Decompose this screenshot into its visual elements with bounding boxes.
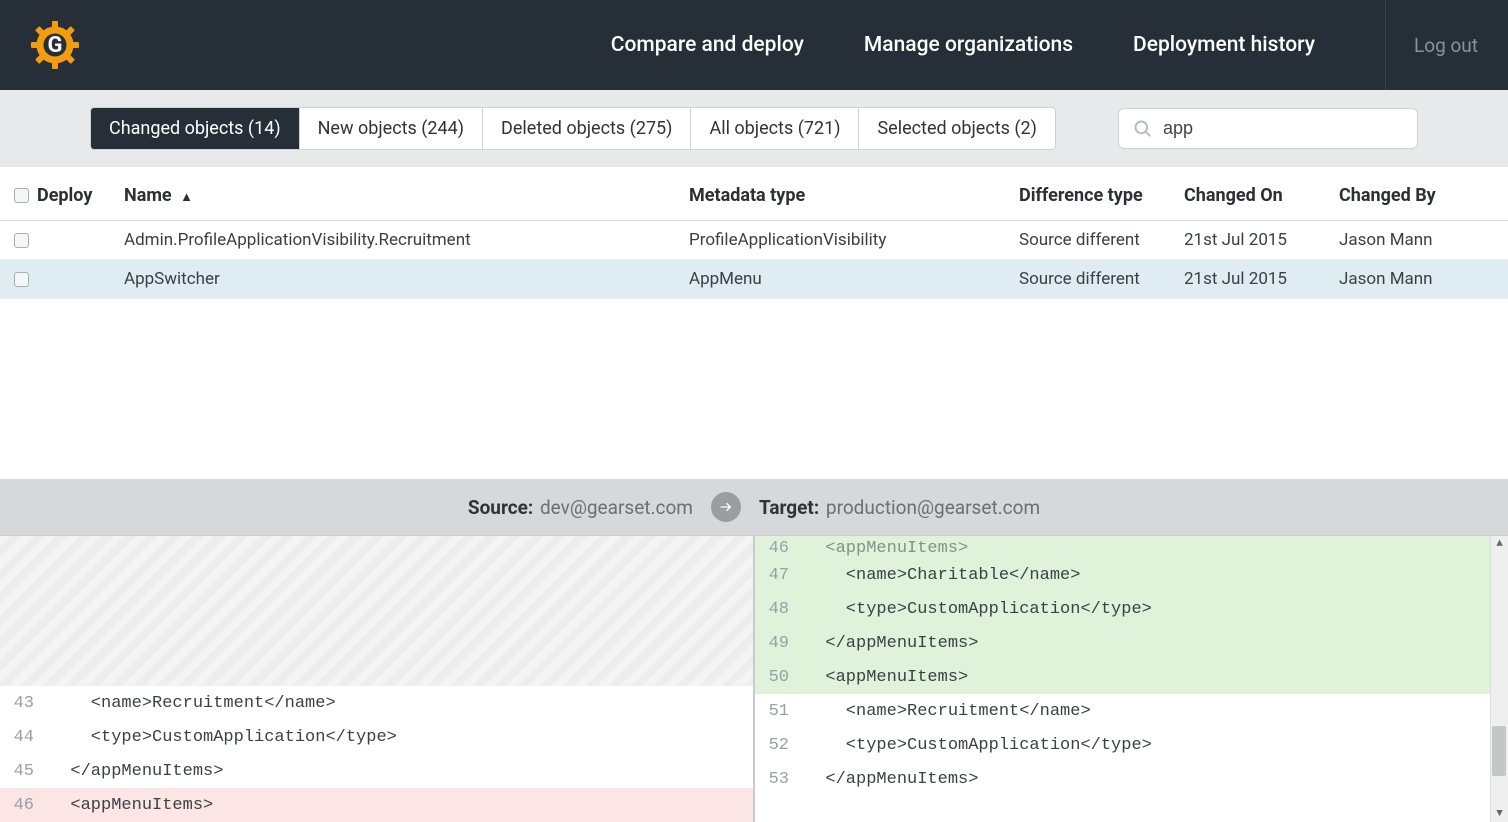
- line-text: <appMenuItems>: [797, 668, 968, 687]
- diff-target: Target: production@gearset.com: [759, 496, 1040, 519]
- diff-header: Source: dev@gearset.com Target: producti…: [0, 479, 1508, 535]
- diff-viewer: 43 <name>Recruitment</name>44 <type>Cust…: [0, 535, 1508, 822]
- line-number: 48: [755, 600, 797, 619]
- col-header-name[interactable]: Name ▲: [124, 185, 689, 206]
- line-number: 47: [755, 566, 797, 585]
- tab-changed-objects[interactable]: Changed objects (14): [91, 108, 300, 149]
- arrow-right-icon: [711, 492, 741, 522]
- diff-line: 50 <appMenuItems>: [755, 660, 1508, 694]
- app-logo[interactable]: G: [30, 20, 80, 70]
- filter-bar: Changed objects (14) New objects (244) D…: [0, 90, 1508, 167]
- diff-target-label: Target:: [759, 496, 819, 519]
- col-header-metadata[interactable]: Metadata type: [689, 185, 1019, 206]
- nav-manage-orgs[interactable]: Manage organizations: [864, 33, 1073, 57]
- diff-source-pane: 43 <name>Recruitment</name>44 <type>Cust…: [0, 536, 755, 822]
- nav-deployment-history[interactable]: Deployment history: [1133, 33, 1315, 57]
- row-checkbox[interactable]: [14, 272, 29, 287]
- diff-line: 51 <name>Recruitment</name>: [755, 694, 1508, 728]
- main-nav: Compare and deploy Manage organizations …: [611, 0, 1478, 90]
- line-text: </appMenuItems>: [797, 634, 978, 653]
- diff-line: 43 <name>Recruitment</name>: [0, 686, 753, 720]
- diff-line: 46 <appMenuItems>: [0, 788, 753, 822]
- cell-name: AppSwitcher: [124, 269, 689, 289]
- scroll-up-icon[interactable]: ▲: [1496, 536, 1503, 552]
- line-number: 44: [0, 728, 42, 747]
- diff-source-label: Source:: [468, 496, 533, 519]
- diff-empty-region: [0, 536, 753, 686]
- line-text: <appMenuItems>: [42, 796, 213, 815]
- line-number: 53: [755, 770, 797, 789]
- col-header-changed-on[interactable]: Changed On: [1184, 185, 1339, 206]
- cell-difference: Source different: [1019, 230, 1184, 250]
- cell-changed-on: 21st Jul 2015: [1184, 269, 1339, 289]
- table-header-row: Deploy Name ▲ Metadata type Difference t…: [0, 167, 1508, 221]
- col-header-deploy-label: Deploy: [37, 185, 92, 206]
- nav-compare-deploy[interactable]: Compare and deploy: [611, 33, 804, 57]
- cell-name: Admin.ProfileApplicationVisibility.Recru…: [124, 230, 689, 250]
- search-input[interactable]: [1163, 118, 1403, 139]
- line-number: 46: [0, 796, 42, 815]
- diff-line: 45 </appMenuItems>: [0, 754, 753, 788]
- nav-logout[interactable]: Log out: [1385, 0, 1478, 90]
- tab-selected-objects[interactable]: Selected objects (2): [859, 108, 1054, 149]
- diff-line: 47 <name>Charitable</name>: [755, 558, 1508, 592]
- diff-target-pane: 46 <appMenuItems> 47 <name>Charitable</n…: [755, 536, 1508, 822]
- line-number: 52: [755, 736, 797, 755]
- diff-source: Source: dev@gearset.com: [468, 496, 693, 519]
- table-row[interactable]: AppSwitcher AppMenu Source different 21s…: [0, 260, 1508, 299]
- line-text: <name>Recruitment</name>: [42, 694, 336, 713]
- line-text: <appMenuItems>: [797, 539, 968, 558]
- logo-letter: G: [48, 33, 63, 58]
- col-header-deploy[interactable]: Deploy: [14, 185, 124, 206]
- search-box[interactable]: [1118, 108, 1418, 149]
- diff-line: 53 </appMenuItems>: [755, 762, 1508, 796]
- line-text: <name>Recruitment</name>: [797, 702, 1091, 721]
- line-text: <type>CustomApplication</type>: [42, 728, 397, 747]
- diff-line: 48 <type>CustomApplication</type>: [755, 592, 1508, 626]
- cell-changed-by: Jason Mann: [1339, 269, 1494, 289]
- app-header: G Compare and deploy Manage organization…: [0, 0, 1508, 90]
- objects-table: Deploy Name ▲ Metadata type Difference t…: [0, 167, 1508, 299]
- table-row[interactable]: Admin.ProfileApplicationVisibility.Recru…: [0, 221, 1508, 260]
- line-text: <type>CustomApplication</type>: [797, 736, 1152, 755]
- object-filter-tabs: Changed objects (14) New objects (244) D…: [90, 107, 1056, 150]
- line-text: </appMenuItems>: [797, 770, 978, 789]
- diff-line: 46 <appMenuItems>: [755, 536, 1508, 558]
- cell-metadata: ProfileApplicationVisibility: [689, 230, 1019, 250]
- tab-new-objects[interactable]: New objects (244): [300, 108, 483, 149]
- line-number: 45: [0, 762, 42, 781]
- cell-metadata: AppMenu: [689, 269, 1019, 289]
- diff-source-value: dev@gearset.com: [540, 496, 693, 519]
- line-text: <name>Charitable</name>: [797, 566, 1080, 585]
- tab-all-objects[interactable]: All objects (721): [691, 108, 859, 149]
- line-number: 51: [755, 702, 797, 721]
- line-number: 46: [755, 539, 797, 558]
- tab-deleted-objects[interactable]: Deleted objects (275): [483, 108, 691, 149]
- cell-changed-by: Jason Mann: [1339, 230, 1494, 250]
- col-header-name-label: Name: [124, 185, 172, 206]
- diff-line: 44 <type>CustomApplication</type>: [0, 720, 753, 754]
- diff-line: 52 <type>CustomApplication</type>: [755, 728, 1508, 762]
- line-number: 49: [755, 634, 797, 653]
- scroll-down-icon[interactable]: ▼: [1496, 806, 1503, 822]
- line-text: </appMenuItems>: [42, 762, 223, 781]
- sort-ascending-icon: ▲: [180, 190, 193, 205]
- diff-line: 49 </appMenuItems>: [755, 626, 1508, 660]
- scrollbar[interactable]: ▲ ▼: [1490, 536, 1508, 822]
- line-number: 50: [755, 668, 797, 687]
- row-checkbox[interactable]: [14, 233, 29, 248]
- col-header-difference[interactable]: Difference type: [1019, 185, 1184, 206]
- cell-changed-on: 21st Jul 2015: [1184, 230, 1339, 250]
- scroll-thumb[interactable]: [1492, 726, 1506, 776]
- diff-target-value: production@gearset.com: [826, 496, 1040, 519]
- line-text: <type>CustomApplication</type>: [797, 600, 1152, 619]
- line-number: 43: [0, 694, 42, 713]
- cell-difference: Source different: [1019, 269, 1184, 289]
- col-header-changed-by[interactable]: Changed By: [1339, 185, 1494, 206]
- search-icon: [1133, 119, 1153, 139]
- select-all-checkbox[interactable]: [14, 188, 29, 203]
